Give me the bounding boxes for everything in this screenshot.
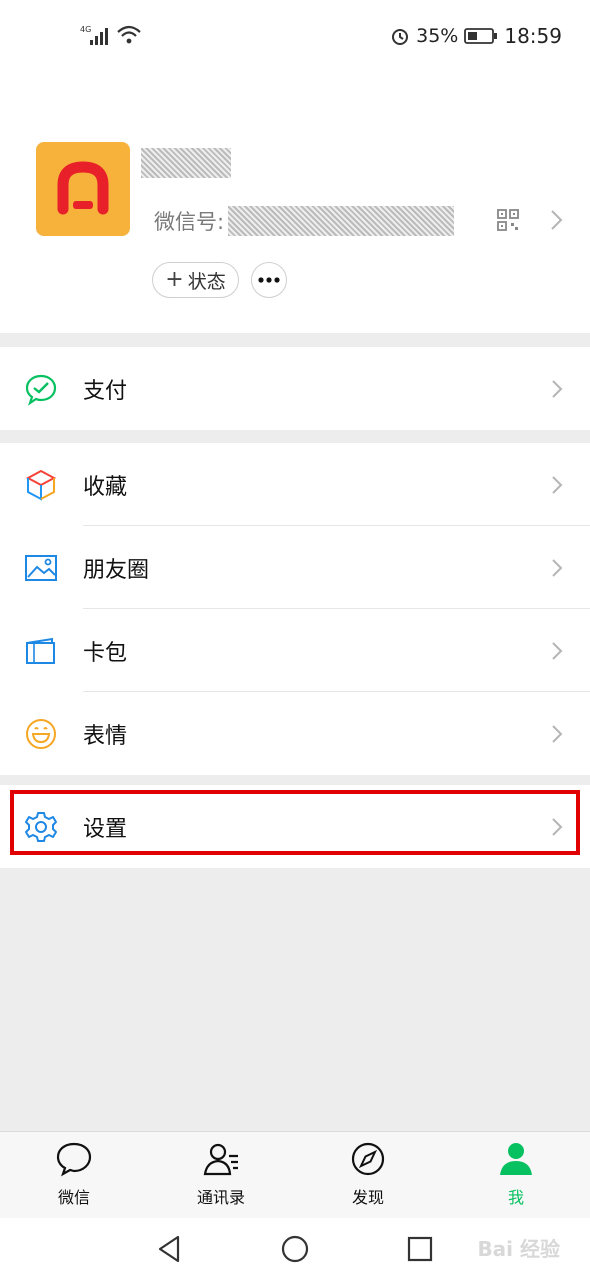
system-nav-bar: Bai 经验 <box>0 1218 590 1280</box>
status-time: 18:59 <box>504 24 562 48</box>
menu-label-stickers: 表情 <box>83 723 128 749</box>
wifi-icon <box>117 25 141 44</box>
contacts-icon <box>203 1143 238 1176</box>
menu-label-moments: 朋友圈 <box>83 557 150 583</box>
menu-item-stickers[interactable]: 表情 <box>0 692 590 775</box>
status-right: 35% 18:59 <box>390 24 562 48</box>
cards-wallet-icon <box>26 637 55 664</box>
status-left: 4G <box>80 24 142 46</box>
avatar[interactable] <box>36 142 130 236</box>
tab-label: 通讯录 <box>196 1188 245 1207</box>
menu-item-favorites[interactable]: 收藏 <box>0 443 590 526</box>
tab-label: 微信 <box>57 1188 90 1207</box>
add-status-button[interactable]: + 状态 <box>152 262 239 298</box>
status-bar: 4G 35% 18:59 <box>0 0 590 72</box>
tab-label: 我 <box>507 1188 524 1207</box>
home-circle-icon[interactable] <box>278 1232 312 1266</box>
wechat-id-row: 微信号: <box>154 206 455 236</box>
tab-chats[interactable]: 微信 <box>24 1140 124 1212</box>
wechat-id-label: 微信号: <box>154 210 225 234</box>
nickname-masked <box>141 148 231 178</box>
chevron-right-icon[interactable] <box>548 208 564 232</box>
chevron-right-icon <box>552 724 563 743</box>
favorites-cube-icon <box>25 469 57 501</box>
pay-icon <box>25 374 57 406</box>
menu-item-pay[interactable]: 支付 <box>0 347 590 430</box>
settings-group: 设置 <box>0 785 590 868</box>
tab-discover[interactable]: 发现 <box>318 1140 418 1212</box>
bottom-tab-bar: 微信 通讯录 发现 我 <box>0 1131 590 1218</box>
wechat-id-masked <box>228 206 455 236</box>
chevron-right-icon <box>552 558 563 577</box>
chevron-right-icon <box>552 475 563 494</box>
watermark: Bai 经验 <box>477 1237 560 1261</box>
stickers-smiley-icon <box>26 718 56 749</box>
tab-contacts[interactable]: 通讯录 <box>171 1140 271 1212</box>
chat-bubble-icon <box>56 1142 92 1177</box>
svg-text:4G: 4G <box>80 25 91 34</box>
alarm-icon <box>392 29 409 45</box>
menu-label-favorites: 收藏 <box>83 474 128 500</box>
plus-icon: + <box>165 267 184 292</box>
menu-item-settings[interactable]: 设置 <box>0 785 590 868</box>
pay-group: 支付 <box>0 347 590 430</box>
menu-label-settings: 设置 <box>83 816 128 842</box>
chevron-right-icon <box>552 379 563 398</box>
profile-header[interactable]: 微信号: + 状态 <box>0 72 590 333</box>
menu-item-cards[interactable]: 卡包 <box>0 609 590 692</box>
more-button[interactable] <box>251 262 287 298</box>
signal-icon: 4G <box>80 25 108 45</box>
chevron-right-icon <box>552 641 563 660</box>
battery-percent: 35% <box>416 25 459 47</box>
menu-label-pay: 支付 <box>83 378 128 404</box>
menu-item-moments[interactable]: 朋友圈 <box>0 526 590 609</box>
tab-me[interactable]: 我 <box>466 1140 566 1212</box>
chevron-right-icon <box>552 817 563 836</box>
qr-code-icon[interactable] <box>496 208 520 232</box>
battery-icon <box>464 28 498 44</box>
tab-label: 发现 <box>351 1188 384 1207</box>
more-dots-icon <box>258 277 280 283</box>
settings-gear-icon <box>25 811 57 842</box>
collections-group: 收藏 朋友圈 卡包 表情 <box>0 443 590 775</box>
menu-label-cards: 卡包 <box>83 640 128 666</box>
avatar-logo-icon <box>57 161 109 215</box>
moments-image-icon <box>25 554 57 581</box>
recents-square-icon[interactable] <box>403 1232 437 1266</box>
status-label: 状态 <box>187 270 226 293</box>
back-triangle-icon[interactable] <box>153 1232 187 1266</box>
person-icon <box>500 1143 532 1175</box>
compass-icon <box>351 1142 385 1176</box>
